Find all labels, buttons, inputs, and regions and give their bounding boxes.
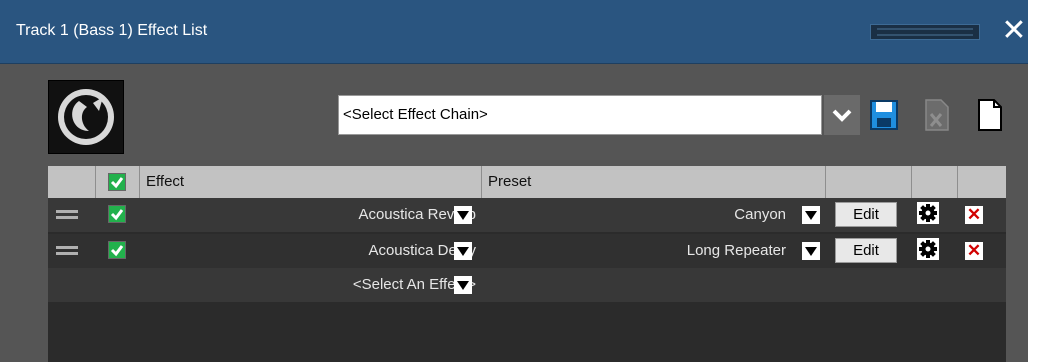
app-logo [48, 80, 124, 154]
header-edit-cell [826, 166, 912, 198]
delete-file-icon[interactable] [920, 96, 952, 134]
effect-chain-select[interactable]: <Select Effect Chain> [338, 95, 822, 135]
table-row: Acoustica Reverb Canyon Edit ✕ [48, 198, 1006, 232]
drag-handle-icon[interactable] [56, 210, 78, 213]
gear-icon[interactable] [917, 238, 939, 260]
header-preset-label: Preset [488, 173, 532, 190]
new-file-icon[interactable] [974, 96, 1006, 134]
header-checkbox-cell [96, 166, 140, 198]
enable-checkbox[interactable] [108, 241, 126, 259]
effect-list-window: Track 1 (Bass 1) Effect List ✕ <Select E… [0, 0, 1028, 362]
preset-name[interactable]: Long Repeater [687, 242, 786, 259]
level-meter [870, 24, 980, 40]
enable-all-checkbox[interactable] [108, 173, 126, 191]
window-title: Track 1 (Bass 1) Effect List [16, 22, 208, 39]
chevron-down-icon[interactable] [824, 95, 860, 135]
table-row: Acoustica Delay Long Repeater Edit ✕ [48, 234, 1006, 268]
effect-dropdown-icon[interactable] [454, 206, 472, 224]
drag-handle-icon[interactable] [56, 246, 78, 249]
effects-table: Effect Preset Acoustica Reverb Canyon Ed… [48, 166, 1006, 362]
edit-button[interactable]: Edit [835, 202, 897, 227]
edit-button[interactable]: Edit [835, 238, 897, 263]
close-icon[interactable]: ✕ [998, 15, 1030, 47]
gear-icon[interactable] [917, 202, 939, 224]
header-effect-label: Effect [146, 173, 185, 190]
header-delete-cell [958, 166, 1006, 198]
title-bar[interactable]: Track 1 (Bass 1) Effect List ✕ [0, 0, 1028, 64]
enable-checkbox[interactable] [108, 205, 126, 223]
delete-effect-icon[interactable]: ✕ [965, 242, 983, 260]
header-preset: Preset [482, 166, 826, 198]
table-header: Effect Preset [48, 166, 1006, 198]
preset-dropdown-icon[interactable] [802, 206, 820, 224]
delete-effect-icon[interactable]: ✕ [965, 206, 983, 224]
add-effect-row: <Select An Effect> [48, 268, 1006, 302]
preset-name[interactable]: Canyon [734, 206, 786, 223]
save-icon[interactable] [868, 96, 900, 134]
header-effect: Effect [140, 166, 482, 198]
header-grip-cell [48, 166, 96, 198]
select-effect-dropdown-icon[interactable] [454, 276, 472, 294]
preset-dropdown-icon[interactable] [802, 242, 820, 260]
effect-dropdown-icon[interactable] [454, 242, 472, 260]
header-settings-cell [912, 166, 958, 198]
